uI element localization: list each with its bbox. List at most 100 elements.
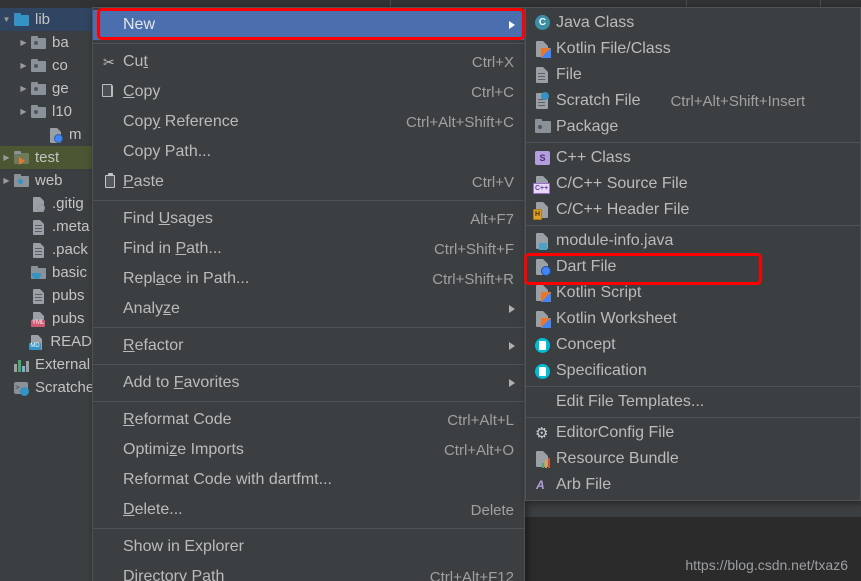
submenu-item-dart-file[interactable]: Dart File xyxy=(526,254,860,280)
submenu-item-label: Specification xyxy=(556,362,647,379)
tree-item-gitig[interactable]: .gitig xyxy=(0,192,92,215)
submenu-item-label: C/C++ Header File xyxy=(556,201,690,218)
menu-item-label: New xyxy=(123,16,156,33)
tree-item-m[interactable]: m xyxy=(0,123,92,146)
tree-item-external[interactable]: External xyxy=(0,353,92,376)
tree-item-pubs[interactable]: pubs xyxy=(0,284,92,307)
submenu-item-label: Concept xyxy=(556,336,616,353)
tree-expand-arrow[interactable] xyxy=(17,108,30,116)
file-icon xyxy=(30,219,48,235)
tree-item-basic[interactable]: basic xyxy=(0,261,92,284)
tree-item-pack[interactable]: .pack xyxy=(0,238,92,261)
menu-item-label: Copy xyxy=(123,83,161,100)
submenu-item-label: Arb File xyxy=(556,476,612,493)
tree-item-scratche[interactable]: >_ Scratche xyxy=(0,376,92,399)
tree-expand-arrow[interactable] xyxy=(0,154,13,162)
test-folder-icon xyxy=(13,150,31,166)
chevron-right-icon xyxy=(509,21,515,29)
tree-item-label: pubs xyxy=(52,287,85,304)
submenu-item-java-class[interactable]: C Java Class xyxy=(526,10,860,36)
submenu-item-concept[interactable]: Concept xyxy=(526,332,860,358)
submenu-item-kotlin-script[interactable]: Kotlin Script xyxy=(526,280,860,306)
submenu-item-label: C/C++ Source File xyxy=(556,175,688,192)
menu-item-label: Reformat Code xyxy=(123,411,232,428)
menu-item-new[interactable]: New xyxy=(93,10,524,40)
menu-item-analyze[interactable]: Analyze xyxy=(93,294,524,324)
submenu-item-kotlin-worksheet[interactable]: Kotlin Worksheet xyxy=(526,306,860,332)
tree-item-label: test xyxy=(35,149,60,166)
menu-item-delete[interactable]: Delete... Delete xyxy=(93,495,524,525)
menu-item-replace-in-path[interactable]: Replace in Path... Ctrl+Shift+R xyxy=(93,264,524,294)
menu-item-reformat-code[interactable]: Reformat Code Ctrl+Alt+L xyxy=(93,405,524,435)
tree-item-web[interactable]: web xyxy=(0,169,92,192)
menu-item-label: Directory Path xyxy=(123,568,225,581)
tree-item-co[interactable]: co xyxy=(0,54,92,77)
bars-badge-icon xyxy=(542,458,551,468)
menu-separator xyxy=(93,200,524,201)
kotlin-mark-icon xyxy=(541,48,551,58)
header-badge-icon: H xyxy=(533,209,543,220)
menu-item-cut[interactable]: Cut Ctrl+X xyxy=(93,47,524,77)
tree-item-meta[interactable]: .meta xyxy=(0,215,92,238)
tree-expand-arrow[interactable] xyxy=(17,85,30,93)
submenu-item-editorconfig-file[interactable]: ⚙ EditorConfig File xyxy=(526,420,860,446)
menu-separator xyxy=(93,43,524,44)
chevron-right-icon xyxy=(509,342,515,350)
tree-item-read[interactable]: MD READ xyxy=(0,330,92,353)
tree-expand-arrow[interactable] xyxy=(0,177,13,185)
menu-item-show-in-explorer[interactable]: Show in Explorer xyxy=(93,532,524,562)
project-context-menu[interactable]: New Cut Ctrl+X Copy Ctrl+C Copy Reference Ctrl… xyxy=(92,7,525,581)
menu-item-copy[interactable]: Copy Ctrl+C xyxy=(93,77,524,107)
submenu-item-edit-file-templates[interactable]: Edit File Templates... xyxy=(526,389,860,415)
tree-item-lib[interactable]: lib xyxy=(0,8,92,31)
menu-item-shortcut: Delete xyxy=(470,501,514,519)
tree-item-label: web xyxy=(35,172,63,189)
submenu-item-kotlin-file-class[interactable]: Kotlin File/Class xyxy=(526,36,860,62)
tree-expand-arrow[interactable] xyxy=(17,39,30,47)
kotlin-mark-icon xyxy=(541,318,551,328)
submenu-item-resource-bundle[interactable]: Resource Bundle xyxy=(526,446,860,472)
submenu-item-c-c-header-file[interactable]: H C/C++ Header File xyxy=(526,197,860,223)
submenu-item-label: Scratch File xyxy=(556,92,641,109)
submenu-item-module-info-java[interactable]: module-info.java xyxy=(526,228,860,254)
tree-item-label: m xyxy=(69,126,82,143)
menu-item-copy-path[interactable]: Copy Path... xyxy=(93,137,524,167)
concept-icon xyxy=(535,338,550,353)
submenu-item-c-c-source-file[interactable]: C++ C/C++ Source File xyxy=(526,171,860,197)
menu-item-label: Show in Explorer xyxy=(123,538,244,555)
menu-item-label: Replace in Path... xyxy=(123,270,250,287)
tree-expand-arrow[interactable] xyxy=(0,16,13,24)
menu-item-copy-reference[interactable]: Copy Reference Ctrl+Alt+Shift+C xyxy=(93,107,524,137)
menu-item-find-in-path[interactable]: Find in Path... Ctrl+Shift+F xyxy=(93,234,524,264)
menu-item-shortcut: Alt+F7 xyxy=(470,210,514,228)
menu-item-shortcut: Ctrl+Shift+R xyxy=(432,270,514,288)
submenu-item-label: Java Class xyxy=(556,14,635,31)
submenu-item-label: Edit File Templates... xyxy=(556,393,705,410)
tree-item-ba[interactable]: ba xyxy=(0,31,92,54)
new-file-submenu[interactable]: C Java Class Kotlin File/Class File Scratch … xyxy=(525,7,861,501)
project-tool-window[interactable]: libba co ge l10 mtest web .gitig .meta .pack basi… xyxy=(0,8,92,581)
submenu-item-file[interactable]: File xyxy=(526,62,860,88)
tree-item-pubs[interactable]: YML pubs xyxy=(0,307,92,330)
tree-expand-arrow[interactable] xyxy=(17,62,30,70)
specification-icon xyxy=(535,364,550,379)
tree-item-test[interactable]: test xyxy=(0,146,92,169)
submenu-item-package[interactable]: Package xyxy=(526,114,860,140)
cpp-badge-icon: C++ xyxy=(533,183,551,194)
menu-item-reformat-code-with-dartfmt[interactable]: Reformat Code with dartfmt... xyxy=(93,465,524,495)
menu-item-optimize-imports[interactable]: Optimize Imports Ctrl+Alt+O xyxy=(93,435,524,465)
menu-item-paste[interactable]: Paste Ctrl+V xyxy=(93,167,524,197)
tree-item-l10[interactable]: l10 xyxy=(0,100,92,123)
cpp-class-icon: S xyxy=(535,151,550,165)
menu-item-find-usages[interactable]: Find Usages Alt+F7 xyxy=(93,204,524,234)
menu-item-add-to-favorites[interactable]: Add to Favorites xyxy=(93,368,524,398)
submenu-separator xyxy=(526,142,860,143)
module-badge-icon xyxy=(539,243,547,250)
submenu-item-arb-file[interactable]: A Arb File xyxy=(526,472,860,498)
menu-item-refactor[interactable]: Refactor xyxy=(93,331,524,361)
submenu-item-specification[interactable]: Specification xyxy=(526,358,860,384)
submenu-item-scratch-file[interactable]: Scratch File Ctrl+Alt+Shift+Insert xyxy=(526,88,860,114)
menu-item-directory-path[interactable]: Directory Path Ctrl+Alt+F12 xyxy=(93,562,524,581)
submenu-item-c-class[interactable]: S C++ Class xyxy=(526,145,860,171)
tree-item-ge[interactable]: ge xyxy=(0,77,92,100)
